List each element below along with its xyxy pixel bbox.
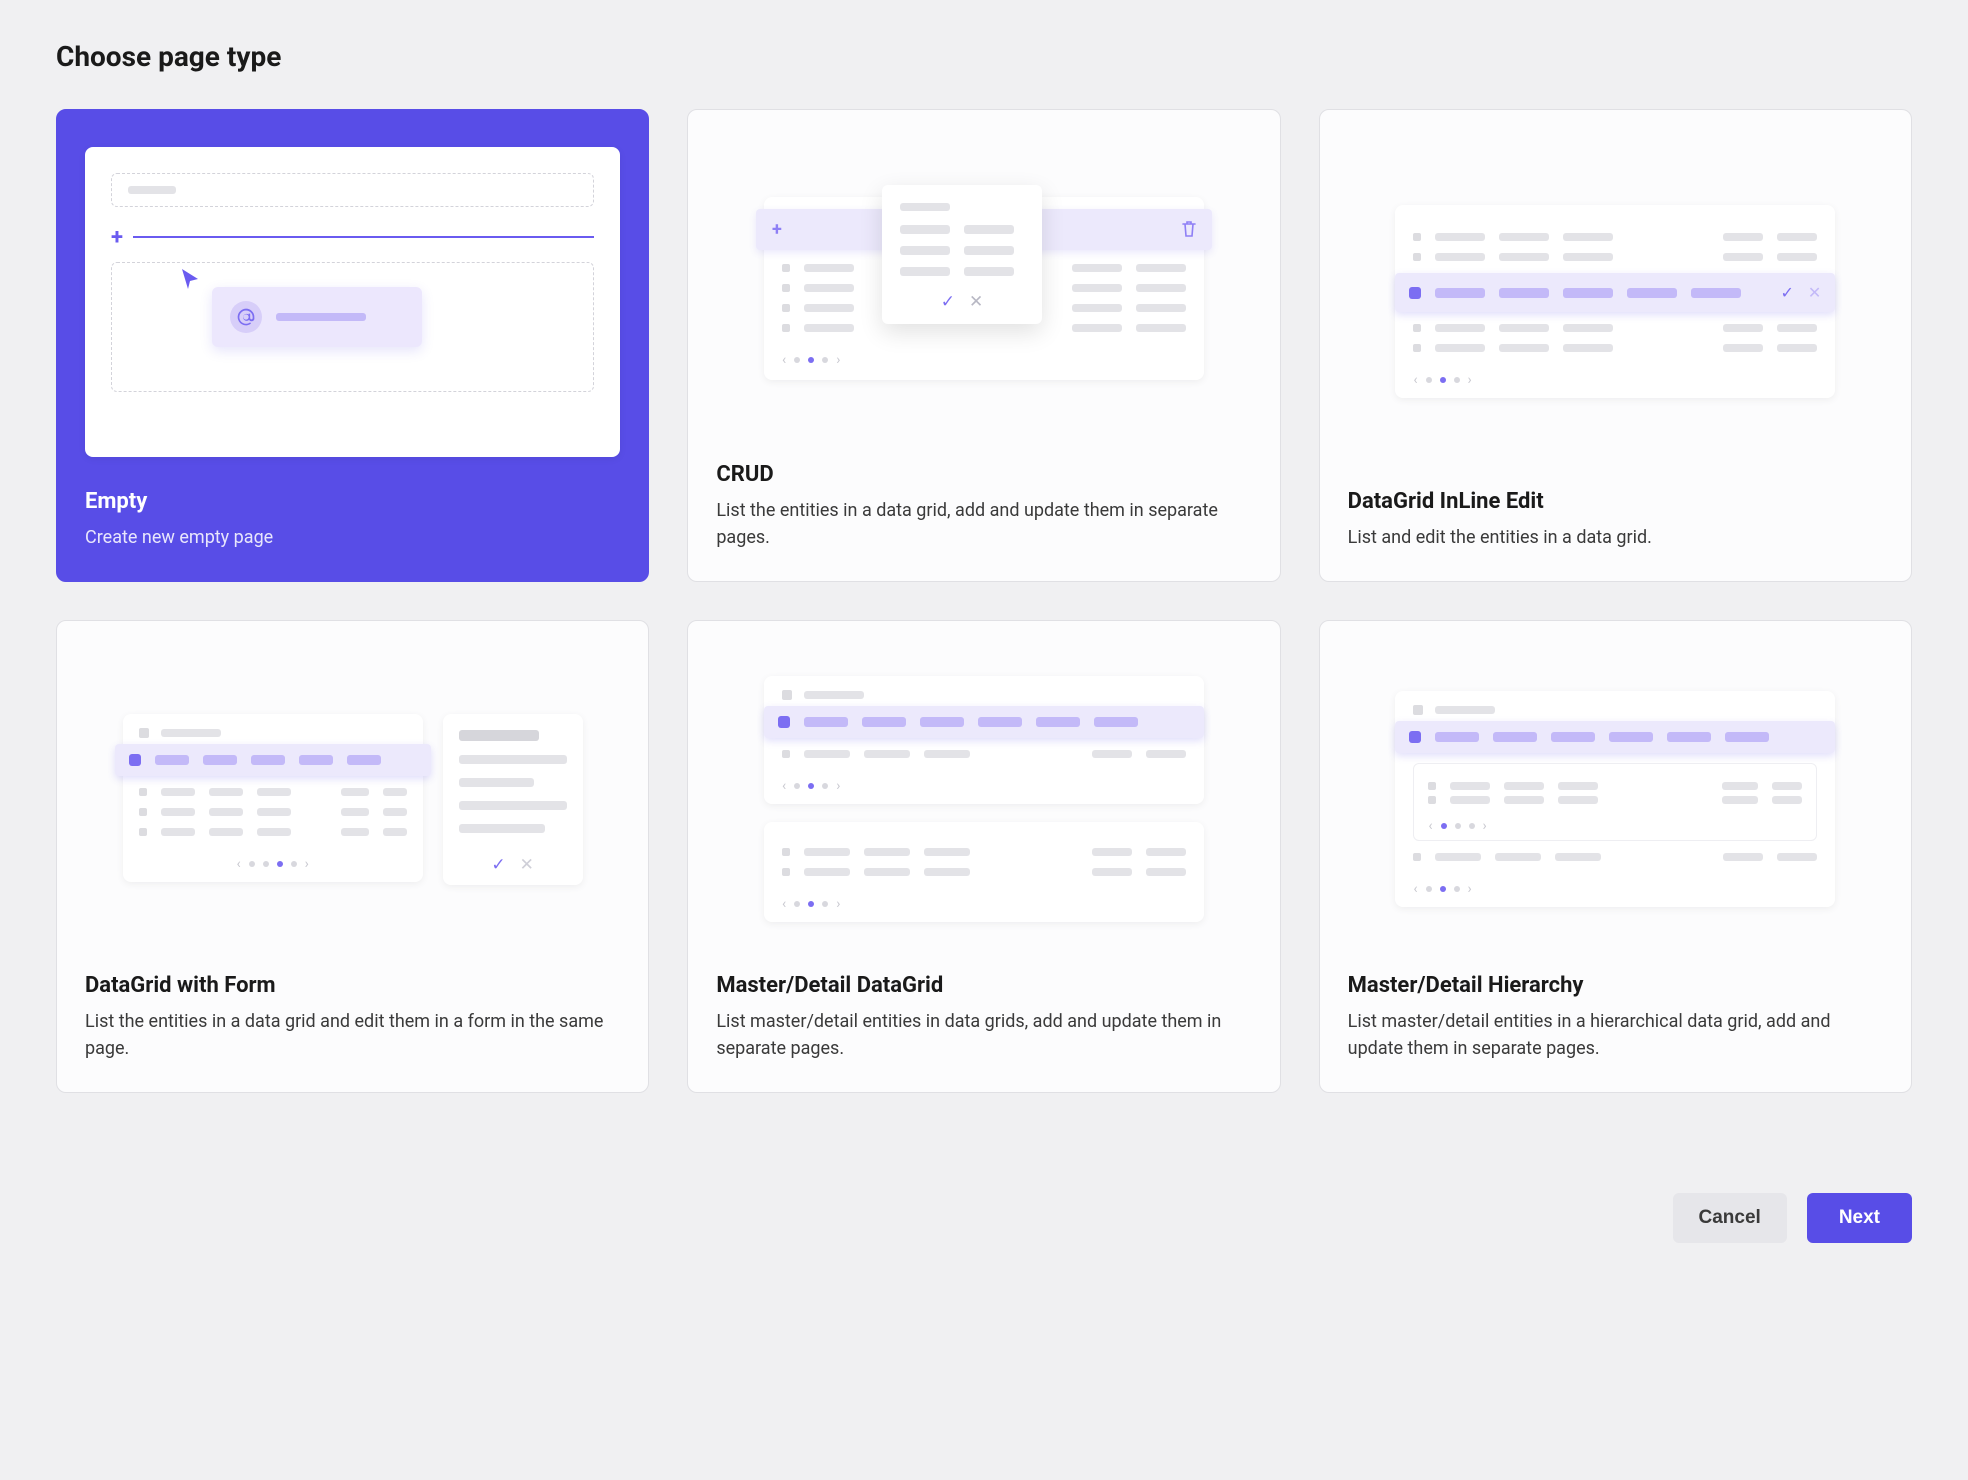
card-master-detail-hierarchy[interactable]: ‹› ‹› Master/Detail Hierarchy List maste… [1319, 620, 1912, 1093]
card-title: CRUD [716, 462, 1251, 487]
card-hierarchy-illustration: ‹› ‹› [1348, 649, 1883, 949]
next-button[interactable]: Next [1807, 1193, 1912, 1243]
card-title: Empty [85, 489, 620, 514]
card-empty-illustration: + [85, 138, 620, 465]
cancel-button[interactable]: Cancel [1673, 1193, 1787, 1243]
pager: ‹› [782, 344, 1186, 368]
close-icon: ✕ [520, 855, 534, 875]
pager: ‹› [782, 888, 1186, 912]
page-title: Choose page type [56, 40, 1912, 73]
dialog-footer: Cancel Next [56, 1193, 1912, 1243]
card-inline-edit[interactable]: ✓ ✕ ‹› DataGrid InLine Edit List and edi… [1319, 109, 1912, 582]
page-type-grid: + E [56, 109, 1912, 1093]
card-description: List and edit the entities in a data gri… [1348, 524, 1883, 551]
pager: ‹› [782, 770, 1186, 794]
card-empty[interactable]: + E [56, 109, 649, 582]
plus-icon: + [111, 225, 123, 250]
card-description: List the entities in a data grid and edi… [85, 1008, 620, 1062]
card-title: Master/Detail DataGrid [716, 973, 1251, 998]
card-dgform-illustration: ‹› ✓ ✕ [85, 649, 620, 949]
card-description: Create new empty page [85, 524, 620, 551]
card-description: List master/detail entities in a hierarc… [1348, 1008, 1883, 1062]
pager: ‹› [1413, 873, 1817, 897]
pager: ‹› [1428, 810, 1802, 834]
cursor-icon [178, 267, 202, 291]
card-description: List the entities in a data grid, add an… [716, 497, 1251, 551]
card-crud-illustration: + ‹› [716, 138, 1251, 438]
close-icon: ✕ [969, 292, 983, 312]
close-icon: ✕ [1808, 283, 1821, 302]
at-icon [230, 301, 262, 333]
card-md-illustration: ‹› ‹› [716, 649, 1251, 949]
card-title: DataGrid with Form [85, 973, 620, 998]
card-crud[interactable]: + ‹› [687, 109, 1280, 582]
card-title: DataGrid InLine Edit [1348, 489, 1883, 514]
card-inline-illustration: ✓ ✕ ‹› [1348, 138, 1883, 465]
check-icon: ✓ [1781, 283, 1794, 302]
pager: ‹› [139, 848, 407, 872]
edit-popup: ✓✕ [882, 185, 1042, 324]
trash-icon [1182, 221, 1196, 237]
page-type-dialog: Choose page type + [0, 0, 1968, 1287]
check-icon: ✓ [491, 855, 505, 875]
pager: ‹› [1413, 364, 1817, 388]
card-description: List master/detail entities in data grid… [716, 1008, 1251, 1062]
plus-icon: + [772, 219, 782, 240]
check-icon: ✓ [941, 292, 955, 312]
card-datagrid-form[interactable]: ‹› ✓ ✕ DataGrid with Form List the entiti… [56, 620, 649, 1093]
card-title: Master/Detail Hierarchy [1348, 973, 1883, 998]
card-master-detail-datagrid[interactable]: ‹› ‹› Master/Detail DataGrid List master… [687, 620, 1280, 1093]
